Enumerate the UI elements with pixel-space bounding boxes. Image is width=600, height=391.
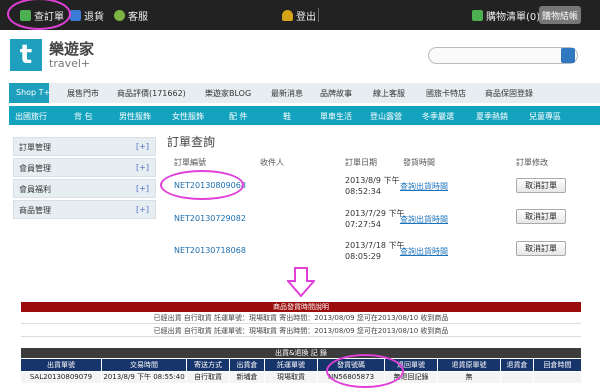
sidebar-item-orders[interactable]: 訂單管理 [+] <box>13 137 156 156</box>
logo-name[interactable]: 樂遊家 <box>49 38 94 59</box>
returns-label: 退貨 <box>84 11 104 23</box>
cat-shoes[interactable]: 鞋 <box>283 111 291 122</box>
sidebar-item-label: 會員福利 <box>19 185 51 194</box>
expand-toggle[interactable]: [+] <box>136 184 149 193</box>
records-col-header: 寄送方式 <box>187 359 229 371</box>
sidebar-item-label: 訂單管理 <box>19 143 51 152</box>
checkout-button[interactable]: 購物結帳 <box>539 6 581 24</box>
user-icon <box>282 9 293 21</box>
cat-winter[interactable]: 冬季嚴選 <box>422 111 454 122</box>
support-link[interactable]: 客服 <box>114 9 148 23</box>
records-col-header: 託運單號 <box>265 359 317 371</box>
shipping-info-line: 已經出貨 自行取貨 託運單號：現場取貨 寄出時間：2013/08/09 您可在2… <box>21 326 581 337</box>
order-time: 07:27:54 <box>345 220 381 229</box>
records-cell: 無 <box>438 372 500 383</box>
page-title: 訂單查詢 <box>167 135 216 149</box>
col-header-modify: 訂單修改 <box>516 158 548 167</box>
cancel-order-button[interactable]: 取消訂單 <box>516 241 566 256</box>
chat-icon <box>114 9 125 21</box>
nav-shop-tplus[interactable]: Shop T+ <box>9 83 50 103</box>
sidebar-item-products[interactable]: 商品管理 [+] <box>13 200 156 219</box>
order-time: 08:05:29 <box>345 252 381 261</box>
records-title: 出貨&退換 記 錄 <box>21 348 581 358</box>
records-col-header: 退貨倉 <box>501 359 533 371</box>
cat-women[interactable]: 女性服飾 <box>172 111 204 122</box>
nav-news[interactable]: 最新消息 <box>271 88 303 99</box>
cat-bike[interactable]: 單車生活 <box>320 111 352 122</box>
nav-blog[interactable]: 樂遊家BLOG <box>205 88 251 99</box>
returns-icon <box>70 9 81 21</box>
nav-brand-story[interactable]: 品牌故事 <box>320 88 352 99</box>
records-cell: 新埔倉 <box>230 372 264 383</box>
search-button[interactable] <box>561 48 575 63</box>
top-bar: 查訂單 退貨 客服 登出 購物清單(0) 購物結帳 <box>0 0 600 30</box>
highlight-circle <box>326 354 404 388</box>
cart-link[interactable]: 購物清單(0) <box>472 9 541 23</box>
logout-label: 登出 <box>296 11 316 23</box>
col-header-recipient: 收件人 <box>260 158 284 167</box>
records-col-header: 出貨倉 <box>230 359 264 371</box>
shipping-info-header: 商品發貨時間說明 <box>21 302 581 312</box>
query-ship-time-link[interactable]: 查詢出貨時間 <box>400 214 448 225</box>
records-col-header: 回倉時間 <box>534 359 581 371</box>
nav-travel-card[interactable]: 國旅卡特店 <box>426 88 466 99</box>
order-date: 2013/8/9 下午 <box>345 176 400 185</box>
cancel-order-button[interactable]: 取消訂單 <box>516 178 566 193</box>
cancel-order-button[interactable]: 取消訂單 <box>516 209 566 224</box>
records-cell <box>501 372 533 383</box>
order-time: 08:52:34 <box>345 187 381 196</box>
query-ship-time-link[interactable]: 查詢出貨時間 <box>400 181 448 192</box>
sidebar-item-label: 商品管理 <box>19 206 51 215</box>
records-cell: SAL20130809079 <box>21 372 101 383</box>
category-nav: 出國旅行 背 包 男性服飾 女性服飾 配 件 鞋 單車生活 登山露營 冬季嚴選 … <box>9 106 600 125</box>
divider <box>318 8 319 22</box>
cat-men[interactable]: 男性服飾 <box>119 111 151 122</box>
main-nav: Shop T+ 展售門市 商品評價(171662) 樂遊家BLOG 最新消息 品… <box>9 83 600 103</box>
nav-reviews[interactable]: 商品評價(171662) <box>117 88 186 99</box>
order-id-link[interactable]: NET20130718068 <box>174 246 246 255</box>
query-ship-time-link[interactable]: 查詢出貨時間 <box>400 246 448 257</box>
order-date: 2013/7/18 下午 <box>345 241 405 250</box>
logo-subtitle: travel+ <box>49 57 91 70</box>
down-arrow-icon <box>285 267 317 301</box>
records-col-header: 交易時間 <box>102 359 186 371</box>
col-header-ship-time: 發貨時間 <box>403 158 435 167</box>
order-id-link[interactable]: NET20130729082 <box>174 214 246 223</box>
sidebar-item-label: 會員管理 <box>19 164 51 173</box>
logout-link[interactable]: 登出 <box>282 9 316 23</box>
search-input[interactable] <box>428 47 578 64</box>
cat-camping[interactable]: 登山露營 <box>370 111 402 122</box>
highlight-circle <box>160 170 244 200</box>
order-date: 2013/7/29 下午 <box>345 209 405 218</box>
logo-mark[interactable]: t <box>10 39 42 71</box>
cart-label: 購物清單(0) <box>486 11 541 23</box>
cat-backpack[interactable]: 背 包 <box>74 111 93 122</box>
cat-accessories[interactable]: 配 件 <box>229 111 248 122</box>
cat-kids[interactable]: 兒童專區 <box>529 111 561 122</box>
sidebar-item-benefits[interactable]: 會員福利 [+] <box>13 179 156 198</box>
shipping-info-line: 已經出貨 自行取貨 託運單號：現場取貨 寄出時間：2013/08/09 您可在2… <box>21 313 581 324</box>
cart-icon <box>472 9 483 21</box>
returns-link[interactable]: 退貨 <box>70 9 104 23</box>
records-cell: 2013/8/9 下午 08:55:40 <box>102 372 186 383</box>
records-col-header: 退貨原單號 <box>438 359 500 371</box>
col-header-order-date: 訂單日期 <box>345 158 377 167</box>
sidebar-item-members[interactable]: 會員管理 [+] <box>13 158 156 177</box>
records-cell: 現場取貨 <box>265 372 317 383</box>
support-label: 客服 <box>128 11 148 23</box>
expand-toggle[interactable]: [+] <box>136 205 149 214</box>
nav-support[interactable]: 線上客服 <box>373 88 405 99</box>
cat-travel[interactable]: 出國旅行 <box>15 111 47 122</box>
cat-summer[interactable]: 夏季熱銷 <box>476 111 508 122</box>
records-cell <box>534 372 581 383</box>
records-col-header: 出貨單號 <box>21 359 101 371</box>
expand-toggle[interactable]: [+] <box>136 142 149 151</box>
expand-toggle[interactable]: [+] <box>136 163 149 172</box>
col-header-order-id: 訂單編號 <box>174 158 206 167</box>
nav-warranty[interactable]: 商品保固登錄 <box>485 88 533 99</box>
nav-stores[interactable]: 展售門市 <box>67 88 99 99</box>
records-cell: 自行取貨 <box>187 372 229 383</box>
